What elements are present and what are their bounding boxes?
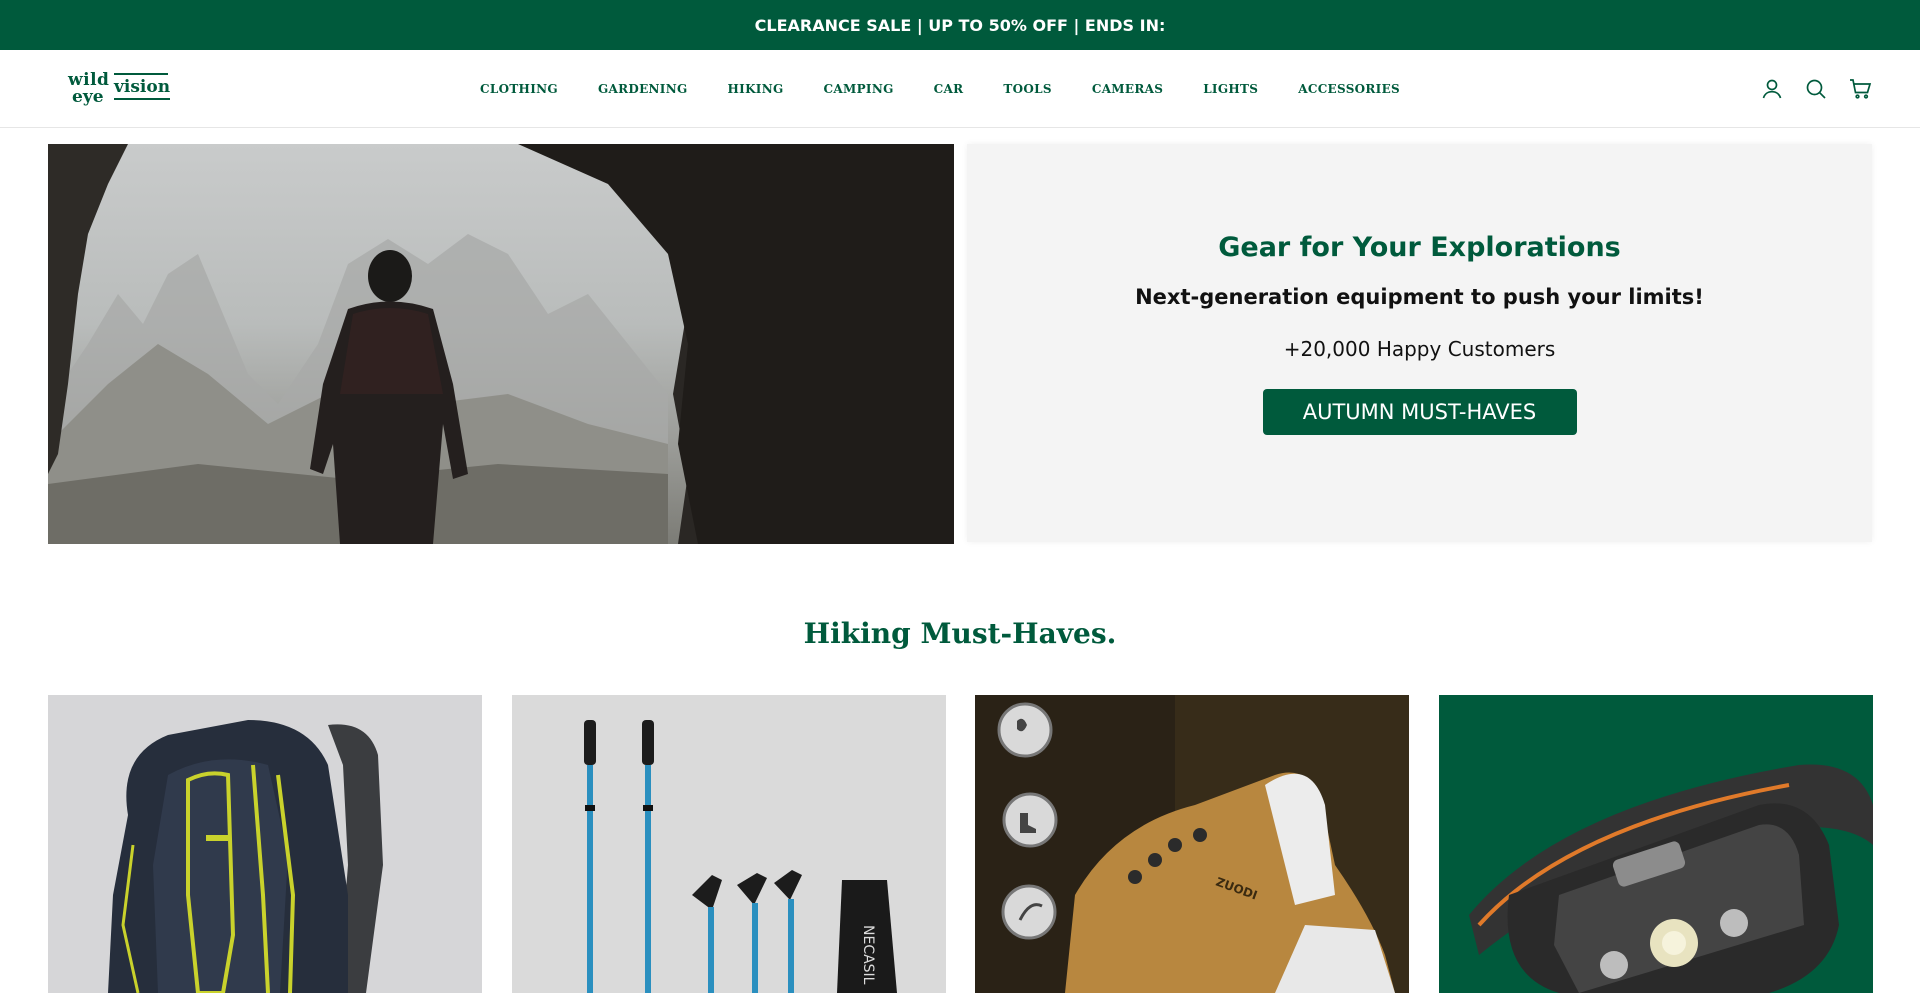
cart-icon[interactable]	[1848, 77, 1872, 101]
hiking-shoe-image: ZUODI	[975, 695, 1409, 993]
trekking-poles-image: NECASIL	[584, 720, 897, 993]
headlamp-image	[1469, 764, 1873, 993]
nav-item-tools[interactable]: TOOLS	[1003, 82, 1051, 96]
nav-item-hiking[interactable]: HIKING	[728, 82, 784, 96]
announcement-text: CLEARANCE SALE | UP TO 50% OFF | ENDS IN…	[754, 15, 1166, 35]
product-card-backpack[interactable]	[48, 695, 482, 993]
necasil-brand-text: NECASIL	[860, 925, 876, 985]
main-nav: CLOTHING GARDENING HIKING CAMPING CAR TO…	[0, 50, 1920, 128]
header-actions	[1760, 77, 1872, 101]
logo-word-vision: vision	[114, 77, 171, 100]
hero-image	[48, 144, 954, 544]
backpack-image	[108, 720, 383, 993]
product-card-trekking-poles[interactable]: NECASIL	[512, 695, 946, 993]
logo[interactable]: wild eye vision	[68, 70, 178, 110]
hero-customers: +20,000 Happy Customers	[1283, 337, 1556, 361]
account-icon[interactable]	[1760, 77, 1784, 101]
section-title: Hiking Must-Haves.	[803, 617, 1117, 650]
logo-rule	[114, 73, 168, 75]
product-card-headlamp[interactable]	[1439, 695, 1873, 993]
search-icon[interactable]	[1804, 77, 1828, 101]
hero-subtitle: Next-generation equipment to push your l…	[1135, 285, 1704, 309]
product-card-hiking-shoe[interactable]: ZUODI	[975, 695, 1409, 993]
nav-item-lights[interactable]: LIGHTS	[1203, 82, 1258, 96]
hero-photo-illustration	[48, 144, 954, 544]
nav-item-accessories[interactable]: ACCESSORIES	[1298, 82, 1400, 96]
nav-item-camping[interactable]: CAMPING	[824, 82, 894, 96]
logo-word-eye: eye	[72, 87, 104, 107]
site-header: wild eye vision CLOTHING GARDENING HIKIN…	[0, 50, 1920, 128]
nav-item-cameras[interactable]: CAMERAS	[1092, 82, 1163, 96]
autumn-must-haves-button[interactable]: AUTUMN MUST-HAVES	[1262, 389, 1577, 435]
announcement-bar: CLEARANCE SALE | UP TO 50% OFF | ENDS IN…	[0, 0, 1920, 50]
hero-panel: Gear for Your Explorations Next-generati…	[967, 144, 1872, 542]
hero-title: Gear for Your Explorations	[1218, 232, 1621, 263]
nav-item-gardening[interactable]: GARDENING	[598, 82, 688, 96]
nav-item-clothing[interactable]: CLOTHING	[480, 82, 558, 96]
nav-item-car[interactable]: CAR	[934, 82, 964, 96]
